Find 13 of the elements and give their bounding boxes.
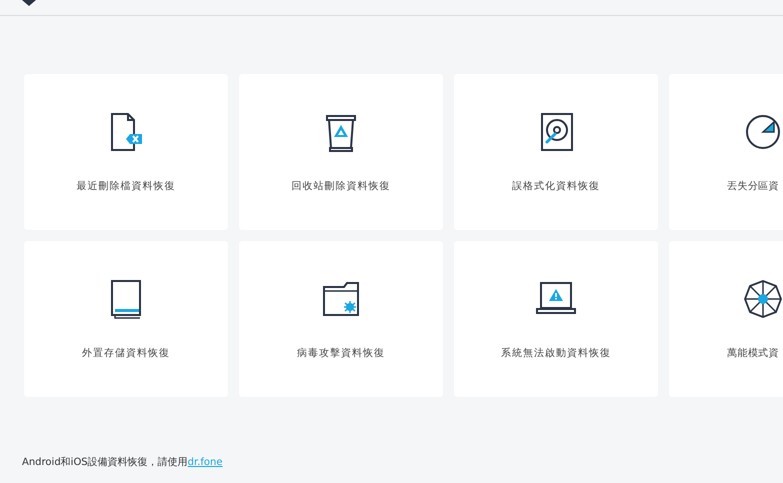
recovery-option-card[interactable]: 誤格式化資料恢復 (454, 74, 658, 230)
recovery-option-card[interactable]: 回收站刪除資料恢復 (239, 74, 443, 230)
recovery-option-card[interactable]: 系統無法啟動資料恢復 (454, 241, 658, 397)
recovery-option-card[interactable]: 最近刪除檔資料恢復 (24, 74, 228, 230)
recovery-option-card[interactable]: 丟失分區資 (669, 74, 783, 230)
recovery-option-card[interactable]: 病毒攻擊資料恢復 (239, 241, 443, 397)
recovery-option-card[interactable]: 外置存儲資料恢復 (24, 241, 228, 397)
footer-note: Android和iOS設備資料恢復，請使用dr.fone (22, 456, 224, 469)
wheel-icon (743, 279, 783, 319)
diamond-icon (22, 0, 36, 6)
folder-bug-icon (321, 279, 361, 319)
recovery-option-card[interactable]: 萬能模式資 (669, 241, 783, 397)
pie-chart-icon (743, 112, 783, 152)
